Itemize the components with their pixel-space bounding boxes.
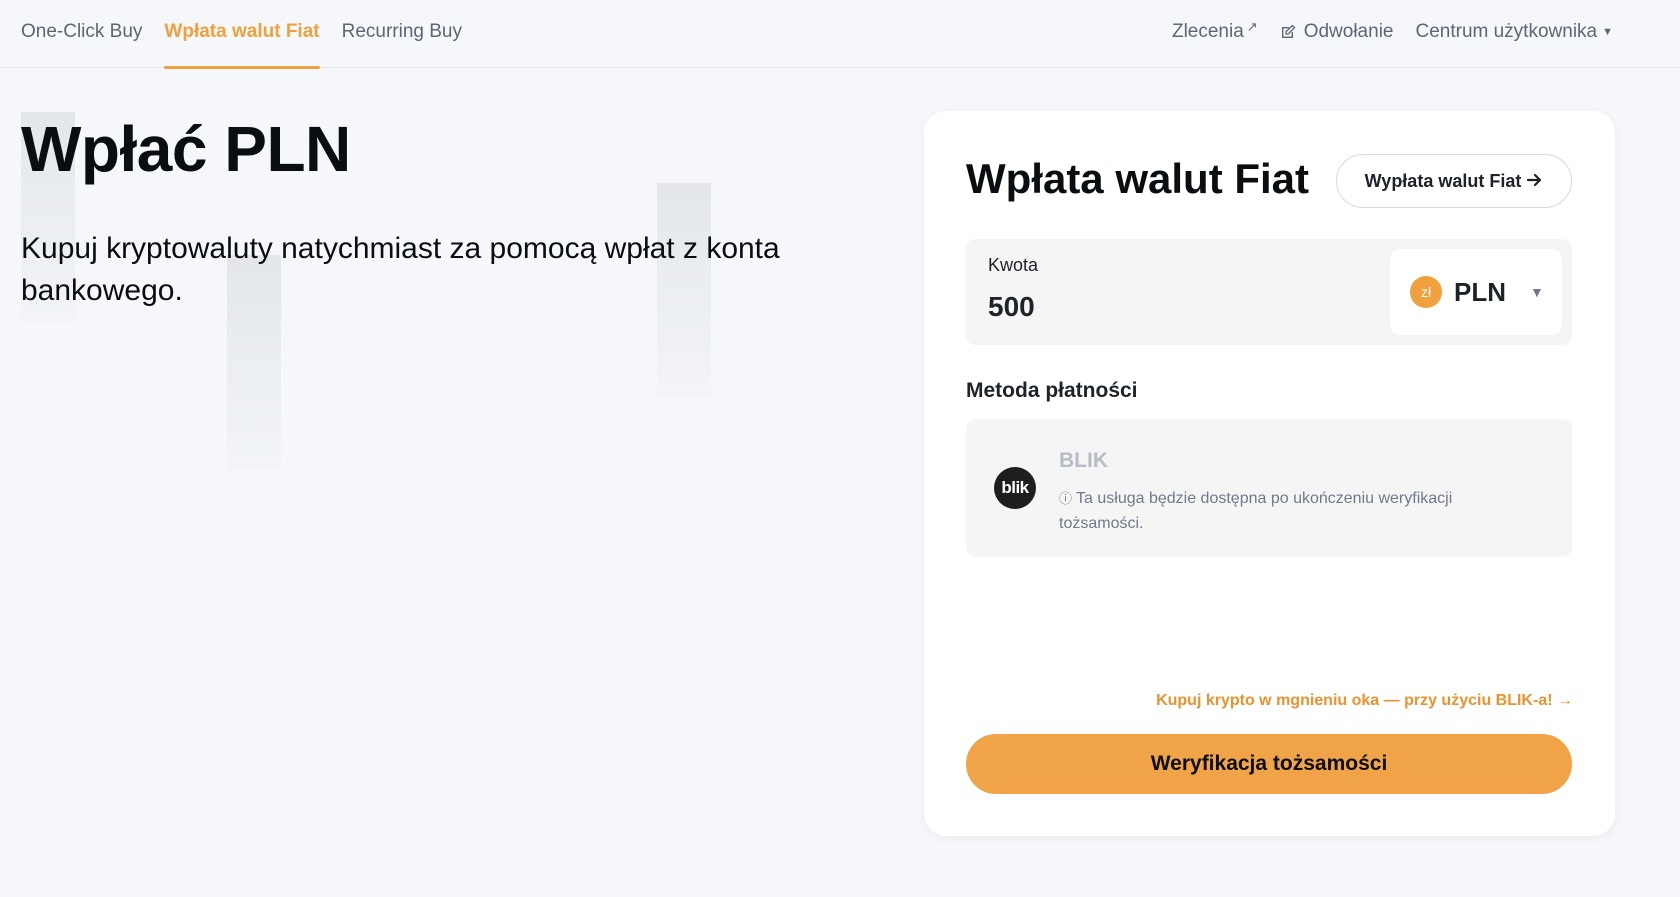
page-title: Wpłać PLN (21, 113, 351, 185)
method-name: BLIK (1059, 449, 1108, 472)
currency-code: PLN (1454, 276, 1506, 307)
info-icon: ⓘ (1059, 491, 1073, 506)
orders-label: Zlecenia (1171, 21, 1244, 42)
tab-list: One-Click Buy Wpłata walut Fiat Recurrin… (21, 0, 484, 69)
tab-fiat-deposit[interactable]: Wpłata walut Fiat (164, 0, 320, 69)
appeal-link[interactable]: Odwołanie (1280, 21, 1394, 43)
pln-coin-icon: zł (1410, 276, 1442, 308)
external-link-icon: ↗ (1246, 19, 1258, 34)
user-center-label: Centrum użytkownika (1415, 21, 1598, 42)
blik-promo-link[interactable]: Kupuj krypto w mgnieniu oka — przy użyci… (1156, 692, 1573, 710)
promo-link-text: Kupuj krypto w mgnieniu oka — przy użyci… (1156, 692, 1553, 709)
arrow-right-icon (1527, 171, 1543, 192)
arrow-right-icon: → (1557, 692, 1573, 709)
method-note: ⓘ Ta usługa będzie dostępna po ukończeniu… (1059, 486, 1519, 536)
fiat-withdraw-label: Wypłata walut Fiat (1364, 170, 1522, 191)
method-note-text: Ta usługa będzie dostępna po ukończeniu … (1059, 490, 1453, 532)
card-title: Wpłata walut Fiat (966, 155, 1310, 202)
amount-input[interactable] (988, 287, 1368, 327)
top-right-nav: Zlecenia ↗ Odwołanie Centrum użytkownika… (1150, 0, 1613, 64)
amount-label: Kwota (988, 255, 1039, 275)
edit-icon (1280, 24, 1296, 40)
tab-one-click-buy[interactable]: One-Click Buy (21, 0, 142, 68)
fiat-withdraw-button[interactable]: Wypłata walut Fiat (1336, 154, 1572, 208)
orders-link[interactable]: Zlecenia ↗ (1171, 19, 1258, 43)
page-subtitle: Kupuj kryptowaluty natychmiast za pomocą… (21, 232, 780, 307)
user-center-menu[interactable]: Centrum użytkownika ▼ (1415, 21, 1613, 43)
caret-down-icon: ▼ (1602, 26, 1613, 38)
payment-method-label: Metoda płatności (966, 379, 1138, 402)
deposit-card: Wpłata walut Fiat Wypłata walut Fiat Kwo… (924, 111, 1615, 836)
blik-logo: blik (994, 467, 1036, 509)
top-navigation-bar: One-Click Buy Wpłata walut Fiat Recurrin… (0, 0, 1680, 69)
amount-field-group: Kwota zł PLN ▼ (966, 239, 1572, 345)
verify-button-label: Weryfikacja tożsamości (1150, 752, 1388, 775)
currency-select[interactable]: zł PLN ▼ (1390, 249, 1562, 335)
payment-method-blik[interactable]: blik BLIK ⓘ Ta usługa będzie dostępna po … (966, 419, 1572, 557)
tab-recurring-buy[interactable]: Recurring Buy (342, 0, 462, 68)
identity-verification-button[interactable]: Weryfikacja tożsamości (966, 734, 1572, 794)
caret-down-icon: ▼ (1530, 284, 1544, 300)
appeal-label: Odwołanie (1303, 21, 1394, 42)
